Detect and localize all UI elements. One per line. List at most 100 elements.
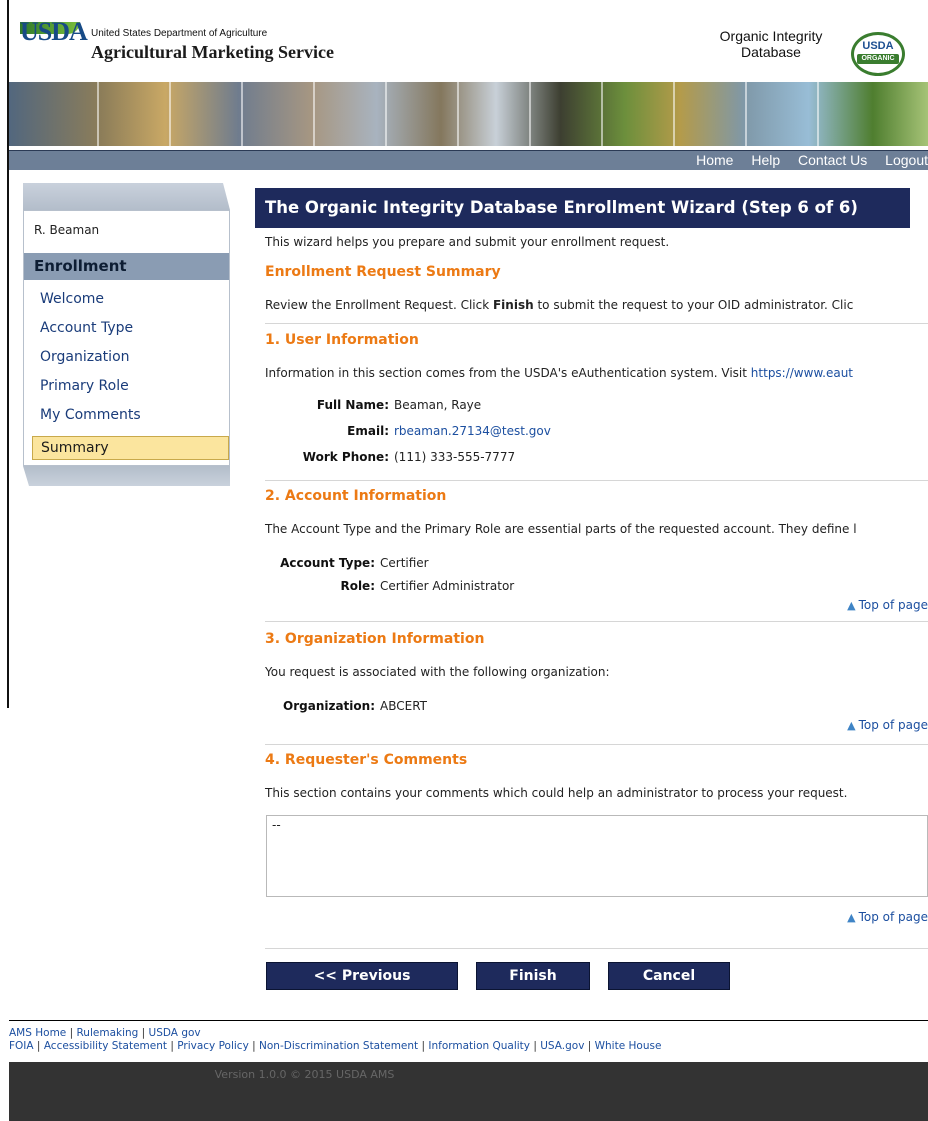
nav-home[interactable]: Home (696, 152, 733, 168)
comments-text: This section contains your comments whic… (265, 786, 848, 800)
sidebar: R. Beaman Enrollment Welcome Account Typ… (23, 183, 230, 503)
summary-finish-word: Finish (492, 298, 534, 312)
user-info-heading: 1. User Information (265, 332, 419, 348)
up-arrow-icon: ▲ (847, 599, 856, 612)
footer-bar: Version 1.0.0 © 2015 USDA AMS (9, 1062, 928, 1121)
role-value: Certifier Administrator (380, 579, 515, 593)
section-divider (265, 621, 928, 622)
usda-logo[interactable]: USDA (20, 17, 88, 70)
email-label: Email: (347, 424, 389, 438)
sidebar-item-welcome[interactable]: Welcome (40, 291, 104, 307)
footer-link-ams-home[interactable]: AMS Home (9, 1027, 66, 1039)
account-type-label: Account Type: (280, 556, 375, 570)
organization-label: Organization: (283, 699, 375, 713)
banner-photo (817, 82, 928, 146)
role-label: Role: (340, 579, 375, 593)
cancel-button[interactable]: Cancel (608, 962, 730, 990)
summary-heading: Enrollment Request Summary (265, 264, 501, 280)
full-name-label: Full Name: (316, 398, 389, 412)
banner-photo (313, 82, 387, 146)
wizard-intro: This wizard helps you prepare and submit… (265, 235, 670, 249)
comments-heading: 4. Requester's Comments (265, 752, 468, 768)
section-divider (265, 948, 928, 949)
work-phone-label: Work Phone: (302, 450, 389, 464)
oid-title: Organic Integrity Database (716, 28, 826, 60)
section-divider (265, 480, 928, 481)
sidebar-item-account-type[interactable]: Account Type (40, 320, 133, 336)
previous-button[interactable]: << Previous (266, 962, 458, 990)
nav-logout[interactable]: Logout (885, 152, 928, 168)
nav-contact-us[interactable]: Contact Us (798, 152, 867, 168)
up-arrow-icon: ▲ (847, 911, 856, 924)
seal-top-text: USDA (862, 40, 894, 52)
account-type-value: Certifier (380, 556, 429, 570)
sidebar-item-my-comments[interactable]: My Comments (40, 407, 141, 423)
footer-link-accessibility[interactable]: Accessibility Statement (44, 1040, 167, 1052)
footer-links: AMS Home | Rulemaking | USDA gov FOIA | … (9, 1027, 661, 1053)
footer-divider (9, 1020, 928, 1021)
seal-bottom-text: ORGANIC (857, 54, 899, 64)
footer-link-information-quality[interactable]: Information Quality (428, 1040, 530, 1052)
footer-link-white-house[interactable]: White House (595, 1040, 662, 1052)
comments-box: -- (266, 815, 928, 897)
email-link[interactable]: rbeaman.27134@test.gov (394, 424, 551, 438)
account-info-text: The Account Type and the Primary Role ar… (265, 522, 857, 536)
footer-link-privacy[interactable]: Privacy Policy (177, 1040, 249, 1052)
footer-links-row2: FOIA | Accessibility Statement | Privacy… (9, 1040, 662, 1052)
sidebar-item-primary-role[interactable]: Primary Role (40, 378, 129, 394)
organization-value: ABCERT (380, 699, 427, 713)
footer-link-foia[interactable]: FOIA (9, 1040, 34, 1052)
nav-help[interactable]: Help (751, 152, 780, 168)
oid-title-line1: Organic Integrity (719, 28, 823, 44)
section-divider (265, 323, 928, 324)
full-name-value: Beaman, Raye (394, 398, 482, 412)
agency-name: Agricultural Marketing Service (91, 42, 334, 62)
department-name: United States Department of Agriculture (91, 28, 268, 39)
site-header: USDA United States Department of Agricul… (9, 8, 928, 83)
footer-link-rulemaking[interactable]: Rulemaking (76, 1027, 138, 1039)
eauth-link[interactable]: https://www.eaut (751, 366, 853, 380)
banner-photo (385, 82, 459, 146)
account-info-heading: 2. Account Information (265, 488, 447, 504)
finish-button[interactable]: Finish (476, 962, 590, 990)
summary-text-part: Review the Enrollment Request. Click (265, 298, 493, 312)
footer-link-usa-gov[interactable]: USA.gov (540, 1040, 584, 1052)
section-divider (265, 744, 928, 745)
banner-photo (457, 82, 531, 146)
comments-value: -- (272, 818, 281, 832)
top-of-page-link[interactable]: ▲ Top of page (847, 910, 928, 924)
sidebar-top-cap (23, 183, 230, 210)
user-info-text: Information in this section comes from t… (265, 366, 853, 380)
top-of-page-label: Top of page (858, 910, 928, 924)
org-info-heading: 3. Organization Information (265, 631, 485, 647)
current-user-name: R. Beaman (34, 223, 100, 237)
top-of-page-label: Top of page (858, 598, 928, 612)
usda-logo-text: USDA (20, 17, 88, 46)
banner-photo (241, 82, 315, 146)
sidebar-item-summary[interactable]: Summary (32, 436, 229, 460)
top-of-page-link[interactable]: ▲ Top of page (847, 718, 928, 732)
photo-banner (9, 82, 928, 146)
usda-organic-seal: USDA ORGANIC (851, 32, 905, 76)
banner-photo (745, 82, 819, 146)
top-of-page-link[interactable]: ▲ Top of page (847, 598, 928, 612)
up-arrow-icon: ▲ (847, 719, 856, 732)
banner-photo (9, 82, 99, 146)
banner-photo (601, 82, 675, 146)
window-left-edge (0, 0, 9, 708)
sidebar-panel: R. Beaman Enrollment Welcome Account Typ… (23, 210, 230, 466)
sidebar-bottom-cap (23, 466, 230, 486)
footer-link-non-discrimination[interactable]: Non-Discrimination Statement (259, 1040, 418, 1052)
version-text: Version 1.0.0 © 2015 USDA AMS (214, 1068, 395, 1081)
summary-text: Review the Enrollment Request. Click Fin… (265, 298, 853, 312)
summary-text-part: to submit the request to your OID admini… (533, 298, 854, 312)
banner-photo (529, 82, 603, 146)
sidebar-item-organization[interactable]: Organization (40, 349, 130, 365)
top-navigation: Home Help Contact Us Logout (9, 150, 928, 170)
banner-photo (97, 82, 171, 146)
top-of-page-label: Top of page (858, 718, 928, 732)
banner-photo (169, 82, 243, 146)
page-title: The Organic Integrity Database Enrollmen… (255, 188, 910, 228)
footer-link-usda-gov[interactable]: USDA gov (149, 1027, 201, 1039)
sidebar-heading: Enrollment (24, 253, 229, 280)
